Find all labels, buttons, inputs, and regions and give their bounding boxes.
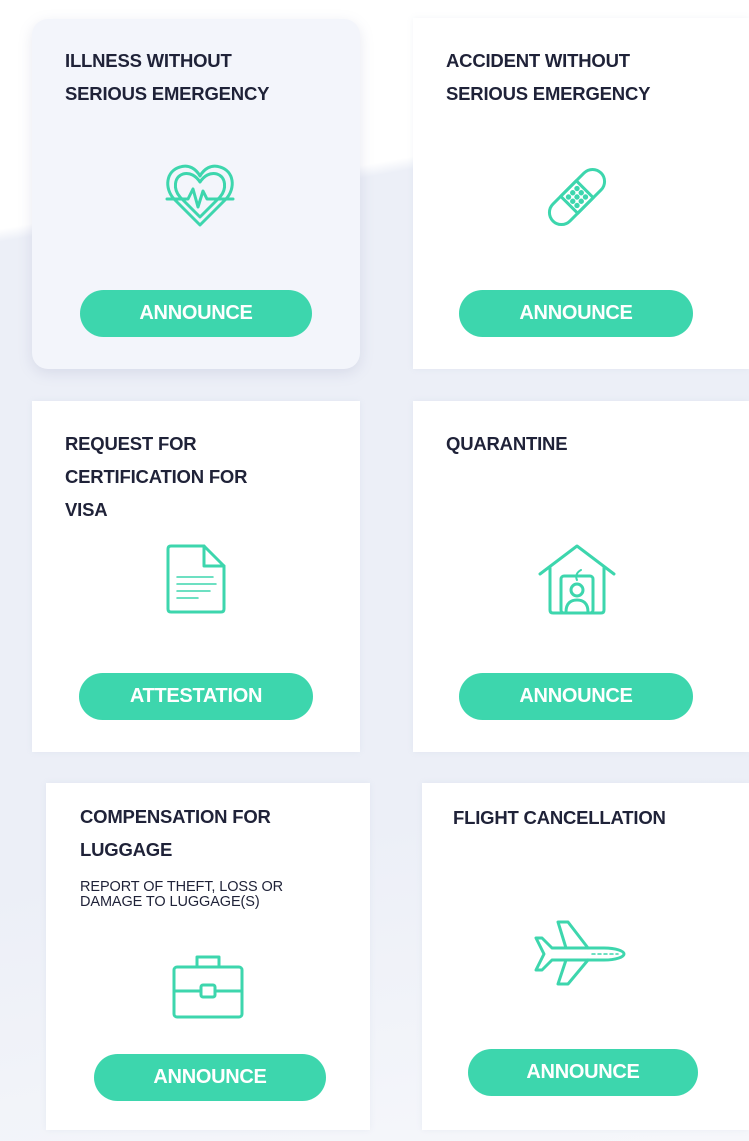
home-person-icon bbox=[537, 542, 617, 616]
card-title: ILLNESS WITHOUT SERIOUS EMERGENCY bbox=[65, 50, 270, 104]
announce-button[interactable]: ANNOUNCE bbox=[459, 673, 693, 720]
announce-button[interactable]: ANNOUNCE bbox=[94, 1054, 326, 1101]
card-visa-certification[interactable]: REQUEST FOR CERTIFICATION FOR VISA ATTES… bbox=[32, 401, 360, 752]
document-icon bbox=[164, 543, 228, 615]
bandage-icon bbox=[535, 155, 619, 239]
card-title: COMPENSATION FOR LUGGAGE bbox=[80, 806, 271, 860]
announce-button[interactable]: ANNOUNCE bbox=[80, 290, 312, 337]
announce-button[interactable]: ANNOUNCE bbox=[468, 1049, 698, 1096]
card-title: REQUEST FOR CERTIFICATION FOR VISA bbox=[65, 433, 248, 520]
announce-button[interactable]: ANNOUNCE bbox=[459, 290, 693, 337]
card-title: ACCIDENT WITHOUT SERIOUS EMERGENCY bbox=[446, 50, 651, 104]
card-illness[interactable]: ILLNESS WITHOUT SERIOUS EMERGENCY ANNOUN… bbox=[32, 19, 360, 369]
airplane-icon bbox=[530, 918, 628, 988]
card-title: QUARANTINE bbox=[446, 433, 568, 454]
card-subtitle: REPORT OF THEFT, LOSS OR DAMAGE TO LUGGA… bbox=[80, 879, 284, 910]
attestation-button[interactable]: ATTESTATION bbox=[79, 673, 313, 720]
card-quarantine[interactable]: QUARANTINE ANNOUNCE bbox=[413, 401, 749, 752]
card-luggage[interactable]: COMPENSATION FOR LUGGAGE REPORT OF THEFT… bbox=[46, 783, 370, 1130]
heartbeat-icon bbox=[162, 157, 238, 233]
card-flight-cancellation[interactable]: FLIGHT CANCELLATION ANNOUNCE bbox=[422, 783, 749, 1130]
card-accident[interactable]: ACCIDENT WITHOUT SERIOUS EMERGENCY ANNOU… bbox=[413, 18, 749, 369]
briefcase-icon bbox=[170, 953, 246, 1021]
card-title: FLIGHT CANCELLATION bbox=[453, 807, 666, 828]
